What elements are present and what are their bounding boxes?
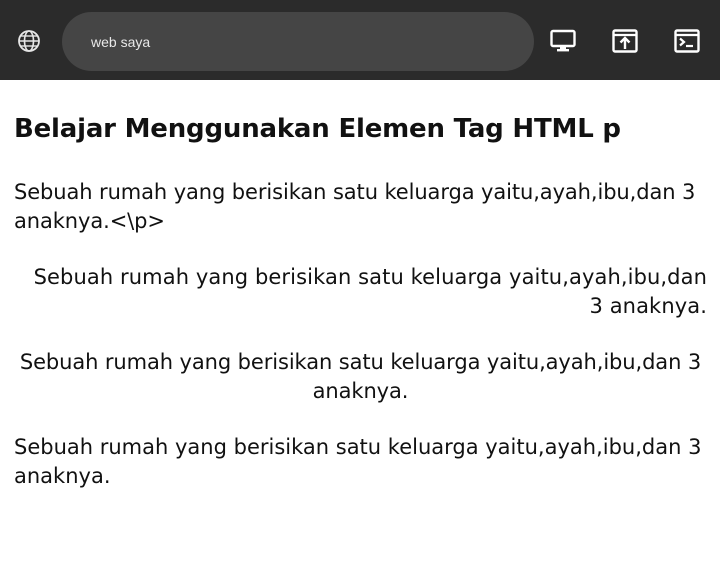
paragraph-left: Sebuah rumah yang berisikan satu keluarg… — [14, 180, 696, 233]
desktop-view-button[interactable] — [549, 27, 577, 55]
page-heading: Belajar Menggunakan Elemen Tag HTML p — [14, 114, 621, 144]
site-info-button[interactable] — [14, 26, 44, 56]
address-bar[interactable]: web saya — [62, 12, 534, 71]
monitor-icon — [550, 29, 576, 52]
page-content: Belajar Menggunakan Elemen Tag HTML p Se… — [14, 80, 707, 491]
paragraph-justify: Sebuah rumah yang berisikan satu keluarg… — [14, 435, 702, 488]
paragraph-right: Sebuah rumah yang berisikan satu keluarg… — [33, 265, 707, 318]
paragraph-center: Sebuah rumah yang berisikan satu keluarg… — [19, 350, 702, 403]
terminal-icon — [674, 29, 700, 53]
open-external-icon — [612, 29, 638, 53]
console-button[interactable] — [673, 27, 701, 55]
open-in-new-window-button[interactable] — [611, 27, 639, 55]
globe-icon — [18, 30, 40, 52]
browser-toolbar: web saya — [0, 0, 720, 80]
address-bar-text: web saya — [91, 33, 151, 50]
